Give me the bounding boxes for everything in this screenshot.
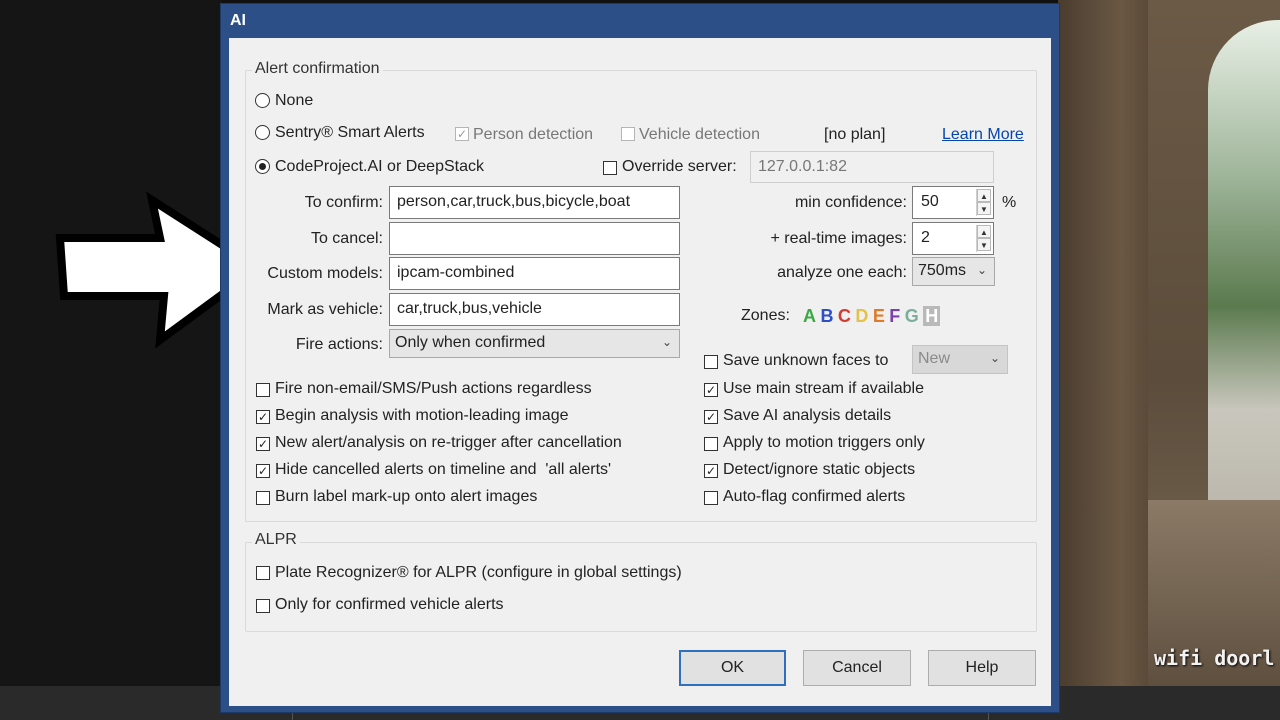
person-detection-label: Person detection <box>473 126 594 143</box>
title-bar[interactable]: AI <box>221 4 1059 38</box>
hide-cancelled-checkbox[interactable]: ✓ <box>256 464 270 478</box>
chevron-down-icon: ⌄ <box>989 351 1000 365</box>
motion-triggers-only-checkbox[interactable] <box>704 437 718 451</box>
save-unknown-faces-label: Save unknown faces to <box>723 352 889 369</box>
no-plan-text: [no plan] <box>824 126 886 143</box>
min-confidence-stepper[interactable]: 50 ▲ ▼ <box>912 186 994 219</box>
to-confirm-label: To confirm: <box>304 194 383 211</box>
burn-label-checkbox[interactable] <box>256 491 270 505</box>
analyze-each-select[interactable]: 750ms ⌄ <box>912 257 995 286</box>
zone-h[interactable]: H <box>923 306 941 326</box>
zone-f[interactable]: F <box>889 306 900 326</box>
dialog-client: Alert confirmation None Sentry® Smart Al… <box>229 38 1051 706</box>
override-server-checkbox[interactable] <box>603 161 617 175</box>
camera-feed-image: wifi doorl <box>1058 0 1280 686</box>
alpr-group-label: ALPR <box>252 531 300 549</box>
begin-analysis-checkbox[interactable]: ✓ <box>256 410 270 424</box>
fire-actions-label: Fire actions: <box>295 336 383 353</box>
vehicle-detection-label: Vehicle detection <box>639 126 760 143</box>
spin-down-icon[interactable]: ▼ <box>977 238 991 251</box>
zones-label: Zones: <box>741 307 790 324</box>
confirmed-vehicle-checkbox[interactable] <box>256 599 270 613</box>
chevron-down-icon: ⌄ <box>976 263 987 277</box>
realtime-images-stepper[interactable]: 2 ▲ ▼ <box>912 222 994 255</box>
save-ai-details-label[interactable]: Save AI analysis details <box>723 407 891 425</box>
vehicle-detection-checkbox[interactable] <box>621 127 635 141</box>
radio-codeproject-label[interactable]: CodeProject.AI or DeepStack <box>275 158 484 176</box>
dialog-title: AI <box>230 12 246 29</box>
fire-non-email-label[interactable]: Fire non-email/SMS/Push actions regardle… <box>275 380 592 398</box>
to-confirm-input[interactable]: person,car,truck,bus,bicycle,boat <box>389 186 680 219</box>
camera-overlay-text: wifi doorl <box>1154 646 1275 670</box>
auto-flag-checkbox[interactable] <box>704 491 718 505</box>
zone-d[interactable]: D <box>855 306 868 326</box>
alert-confirmation-group-label: Alert confirmation <box>252 60 383 78</box>
plate-recognizer-checkbox[interactable] <box>256 566 270 580</box>
plate-recognizer-label[interactable]: Plate Recognizer® for ALPR (configure in… <box>275 564 682 582</box>
override-server-input[interactable]: 127.0.0.1:82 <box>750 151 994 183</box>
radio-sentry-label[interactable]: Sentry® Smart Alerts <box>275 124 425 142</box>
new-alert-retrigger-label[interactable]: New alert/analysis on re-trigger after c… <box>275 434 622 452</box>
ok-button[interactable]: OK <box>679 650 786 686</box>
radio-codeproject[interactable] <box>255 159 270 174</box>
static-objects-checkbox[interactable]: ✓ <box>704 464 718 478</box>
zone-g[interactable]: G <box>905 306 919 326</box>
save-unknown-faces-checkbox[interactable] <box>704 355 718 369</box>
to-cancel-input[interactable] <box>389 222 680 255</box>
radio-none-label[interactable]: None <box>275 92 313 110</box>
alpr-group <box>245 542 1037 632</box>
mark-as-vehicle-input[interactable]: car,truck,bus,vehicle <box>389 293 680 326</box>
radio-none[interactable] <box>255 93 270 108</box>
confirmed-vehicle-label[interactable]: Only for confirmed vehicle alerts <box>275 596 504 614</box>
help-button[interactable]: Help <box>928 650 1036 686</box>
spin-up-icon[interactable]: ▲ <box>977 225 991 238</box>
mark-as-vehicle-label: Mark as vehicle: <box>267 301 383 318</box>
analyze-each-value: 750ms <box>918 262 967 279</box>
realtime-images-spin-buttons[interactable]: ▲ ▼ <box>976 225 991 252</box>
save-ai-details-checkbox[interactable]: ✓ <box>704 410 718 424</box>
camera-pillar <box>1058 0 1148 686</box>
custom-models-input[interactable]: ipcam-combined <box>389 257 680 290</box>
hide-cancelled-label[interactable]: Hide cancelled alerts on timeline and 'a… <box>275 461 611 479</box>
fire-actions-value: Only when confirmed <box>395 334 546 351</box>
camera-outdoor-view <box>1208 20 1280 540</box>
zone-a[interactable]: A <box>803 306 816 326</box>
override-server-label: Override server: <box>622 158 737 175</box>
motion-triggers-only-label[interactable]: Apply to motion triggers only <box>723 434 925 452</box>
use-main-stream-checkbox[interactable]: ✓ <box>704 383 718 397</box>
burn-label-label[interactable]: Burn label mark-up onto alert images <box>275 488 537 506</box>
person-detection-checkbox[interactable]: ✓ <box>455 127 469 141</box>
zone-c[interactable]: C <box>838 306 851 326</box>
analyze-each-label: analyze one each: <box>777 264 907 281</box>
to-cancel-label: To cancel: <box>310 230 383 247</box>
realtime-images-label: + real-time images: <box>770 230 908 247</box>
min-confidence-label: min confidence: <box>794 194 907 211</box>
save-unknown-faces-select[interactable]: New ⌄ <box>912 345 1008 374</box>
spin-up-icon[interactable]: ▲ <box>977 189 991 202</box>
cancel-button[interactable]: Cancel <box>803 650 911 686</box>
static-objects-label[interactable]: Detect/ignore static objects <box>723 461 915 479</box>
auto-flag-label[interactable]: Auto-flag confirmed alerts <box>723 488 905 506</box>
begin-analysis-label[interactable]: Begin analysis with motion-leading image <box>275 407 569 425</box>
custom-models-label: Custom models: <box>267 265 383 282</box>
save-unknown-faces-value: New <box>918 350 951 367</box>
radio-sentry[interactable] <box>255 125 270 140</box>
min-confidence-spin-buttons[interactable]: ▲ ▼ <box>976 189 991 216</box>
zones-list: A B C D E F G H <box>803 306 941 327</box>
use-main-stream-label[interactable]: Use main stream if available <box>723 380 924 398</box>
zone-e[interactable]: E <box>873 306 885 326</box>
learn-more-link[interactable]: Learn More <box>942 126 1024 144</box>
spin-down-icon[interactable]: ▼ <box>977 202 991 215</box>
fire-non-email-checkbox[interactable] <box>256 383 270 397</box>
fire-actions-select[interactable]: Only when confirmed ⌄ <box>389 329 680 358</box>
ai-dialog: AI Alert confirmation None Sentry® Smart… <box>220 3 1060 713</box>
min-confidence-value: 50 <box>921 193 939 210</box>
chevron-down-icon: ⌄ <box>661 335 672 349</box>
percent-sign: % <box>1002 194 1017 211</box>
realtime-images-value: 2 <box>921 229 930 246</box>
zone-b[interactable]: B <box>820 306 833 326</box>
new-alert-retrigger-checkbox[interactable]: ✓ <box>256 437 270 451</box>
